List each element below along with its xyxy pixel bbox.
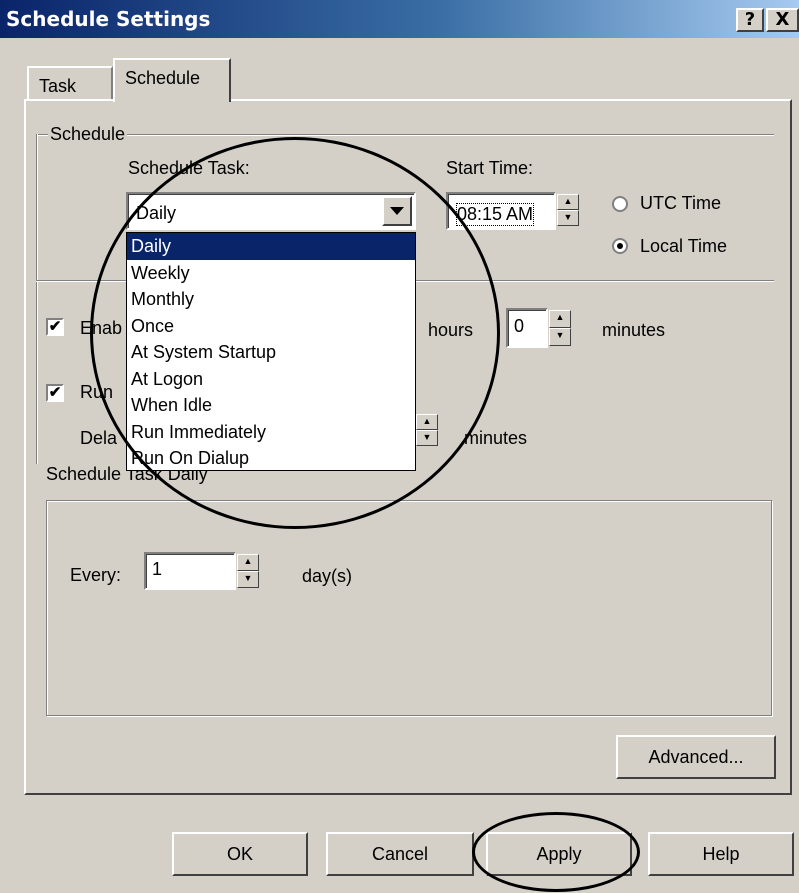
tab-schedule[interactable]: Schedule	[113, 58, 231, 102]
help-dialog-button[interactable]: Help	[648, 832, 794, 876]
close-button[interactable]: X	[766, 8, 799, 32]
enable-checkbox[interactable]: ✔	[46, 318, 64, 336]
chevron-down-icon	[390, 207, 404, 215]
dropdown-option-run-immediately[interactable]: Run Immediately	[127, 419, 415, 446]
run-label: Run	[80, 382, 114, 402]
daily-group-box	[46, 500, 772, 716]
schedule-task-dropdown-list[interactable]: Daily Weekly Monthly Once At System Star…	[126, 232, 416, 471]
minutes-field[interactable]: 0	[506, 308, 548, 348]
tab-task-label: Task	[39, 76, 77, 96]
tab-task[interactable]: Task	[27, 66, 113, 100]
hours-label: hours	[428, 320, 474, 340]
run-checkbox[interactable]: ✔	[46, 384, 64, 402]
every-spin-up[interactable]: ▲	[237, 554, 259, 571]
local-time-radio[interactable]	[612, 238, 628, 254]
title-bar: Schedule Settings ? X	[0, 0, 799, 38]
schedule-group-left-line	[36, 134, 38, 464]
schedule-task-value: Daily	[136, 203, 177, 223]
minutes-value: 0	[514, 316, 525, 336]
dropdown-option-system-startup[interactable]: At System Startup	[127, 339, 415, 366]
advanced-button[interactable]: Advanced...	[616, 735, 776, 779]
delay-spin-up[interactable]: ▲	[416, 414, 438, 430]
start-time-spin-down[interactable]: ▼	[557, 210, 579, 226]
minutes-spin-up[interactable]: ▲	[549, 310, 571, 328]
every-value: 1	[152, 559, 163, 579]
schedule-group-label: Schedule	[48, 124, 128, 145]
dropdown-option-daily[interactable]: Daily	[127, 233, 415, 260]
every-spin-down[interactable]: ▼	[237, 571, 259, 588]
start-time-field[interactable]: 08:15 AM	[446, 192, 556, 230]
utc-time-label: UTC Time	[640, 193, 721, 213]
dropdown-option-logon[interactable]: At Logon	[127, 366, 415, 393]
schedule-task-dropdown-button[interactable]	[382, 196, 412, 226]
tab-schedule-label: Schedule	[125, 68, 201, 88]
utc-time-radio[interactable]	[612, 196, 628, 212]
minutes-label: minutes	[602, 320, 666, 340]
minutes-spin-down[interactable]: ▼	[549, 328, 571, 346]
delay-spin-down[interactable]: ▼	[416, 430, 438, 446]
every-label: Every:	[70, 565, 122, 585]
window-title: Schedule Settings	[6, 7, 211, 31]
dropdown-option-weekly[interactable]: Weekly	[127, 260, 415, 287]
start-time-spin-up[interactable]: ▲	[557, 194, 579, 210]
schedule-task-label: Schedule Task:	[128, 158, 250, 178]
start-time-label: Start Time:	[446, 158, 534, 178]
apply-button[interactable]: Apply	[486, 832, 632, 876]
dropdown-option-once[interactable]: Once	[127, 313, 415, 340]
dropdown-option-when-idle[interactable]: When Idle	[127, 392, 415, 419]
ok-button[interactable]: OK	[172, 832, 308, 876]
days-label: day(s)	[302, 566, 353, 586]
dropdown-option-monthly[interactable]: Monthly	[127, 286, 415, 313]
schedule-group-top-line	[36, 134, 774, 136]
enable-label: Enab	[80, 318, 123, 338]
dropdown-option-run-on-dialup[interactable]: Run On Dialup	[127, 445, 415, 472]
help-button[interactable]: ?	[736, 8, 764, 32]
delay-label: Dela	[80, 428, 118, 448]
local-time-label: Local Time	[640, 236, 728, 256]
radio-selected-dot	[617, 243, 623, 249]
every-field[interactable]: 1	[144, 552, 236, 590]
cancel-button[interactable]: Cancel	[326, 832, 474, 876]
start-time-value: 08:15 AM	[456, 203, 535, 226]
delay-minutes-label: minutes	[464, 428, 528, 448]
schedule-task-combo[interactable]: Daily	[126, 192, 416, 230]
